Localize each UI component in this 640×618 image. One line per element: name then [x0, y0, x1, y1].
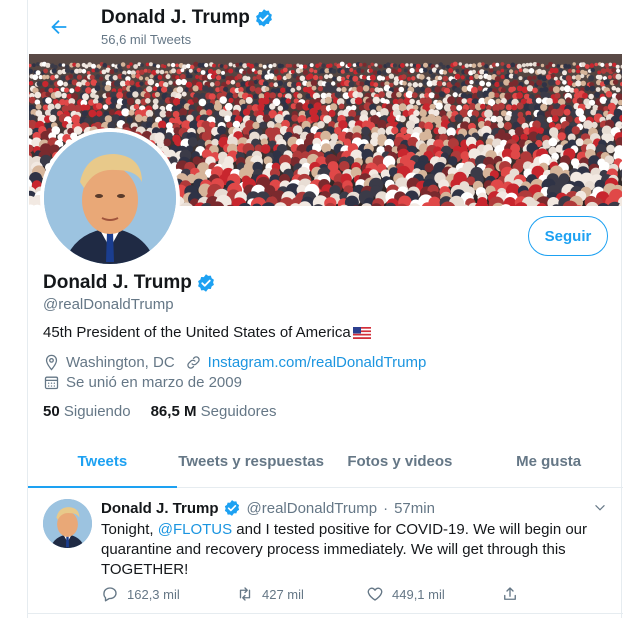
tweet-author-name[interactable]: Donald J. Trump	[101, 500, 219, 517]
tweet-timestamp[interactable]: 57min	[394, 500, 435, 517]
calendar-icon	[44, 376, 59, 390]
profile-bio-row: 45th President of the United States of A…	[43, 324, 371, 341]
retweet-icon	[239, 587, 251, 601]
reply-icon	[103, 587, 117, 602]
verified-badge-icon	[255, 9, 272, 27]
tweet-header: Donald J. Trump @realDonaldTrump · 57min	[101, 499, 435, 517]
profile-location-row: Washington, DC Instagram.com/realDonaldT…	[43, 354, 426, 371]
tweet-actions: 162,3 mil 427 mil 449,1 mil	[101, 585, 541, 603]
followers-label: Seguidores	[200, 403, 277, 420]
following-stat[interactable]: 50 Siguiendo	[43, 403, 131, 420]
chevron-down-icon[interactable]	[593, 501, 607, 515]
profile-header-bar: Donald J. Trump 56,6 mil Tweets	[28, 0, 623, 54]
profile-handle: @realDonaldTrump	[43, 296, 174, 313]
verified-badge-icon	[197, 274, 214, 292]
header-name: Donald J. Trump	[101, 7, 250, 28]
following-label: Siguiendo	[63, 403, 131, 420]
follow-button[interactable]: Seguir	[528, 216, 608, 256]
profile-page: Donald J. Trump 56,6 mil Tweets Seguir D…	[27, 0, 623, 618]
tweet-separator: ·	[383, 499, 389, 517]
tweet-mention-link[interactable]: @FLOTUS	[158, 521, 232, 538]
retweet-count: 427 mil	[262, 586, 304, 602]
profile-name: Donald J. Trump	[43, 272, 192, 293]
reply-count: 162,3 mil	[127, 586, 180, 602]
tab-media[interactable]: Fotos y videos	[326, 436, 475, 487]
back-arrow-icon[interactable]	[48, 16, 70, 38]
followers-stat[interactable]: 86,5 M Seguidores	[151, 403, 277, 420]
tweet-author-avatar[interactable]	[43, 499, 92, 548]
profile-bio: 45th President of the United States of A…	[43, 324, 351, 341]
tweet-author-handle[interactable]: @realDonaldTrump	[247, 500, 378, 517]
tab-tweets[interactable]: Tweets	[28, 436, 177, 488]
verified-badge-icon	[224, 500, 239, 516]
tab-likes[interactable]: Me gusta	[474, 436, 623, 487]
profile-name-row: Donald J. Trump	[43, 272, 216, 294]
profile-joined: Se unió en marzo de 2009	[66, 374, 242, 391]
following-count: 50	[43, 403, 60, 420]
profile-tabs: Tweets Tweets y respuestas Fotos y video…	[28, 436, 623, 488]
retweet-button[interactable]: 427 mil	[236, 585, 366, 603]
like-button[interactable]: 449,1 mil	[366, 585, 501, 603]
tab-tweets-and-replies[interactable]: Tweets y respuestas	[177, 436, 326, 487]
profile-avatar	[44, 132, 176, 264]
like-count: 449,1 mil	[392, 586, 445, 602]
heart-icon	[367, 587, 383, 601]
share-icon	[504, 587, 516, 600]
tweet-item[interactable]: Donald J. Trump @realDonaldTrump · 57min…	[28, 489, 623, 614]
profile-joined-row: Se unió en marzo de 2009	[43, 374, 242, 391]
profile-avatar-frame[interactable]	[40, 128, 180, 268]
profile-stats: 50 Siguiendo 86,5 M Seguidores	[43, 403, 277, 420]
location-pin-icon	[45, 354, 58, 371]
share-button[interactable]	[501, 585, 519, 603]
tweet-text-start: Tonight,	[101, 521, 158, 538]
followers-count: 86,5 M	[150, 403, 197, 420]
profile-location: Washington, DC	[66, 354, 175, 371]
header-title: Donald J. Trump	[101, 7, 274, 29]
us-flag-icon	[352, 326, 371, 339]
link-icon	[186, 356, 200, 369]
header-tweet-count: 56,6 mil Tweets	[101, 32, 192, 47]
tweet-text: Tonight, @FLOTUS and I tested positive f…	[101, 520, 601, 580]
reply-button[interactable]: 162,3 mil	[101, 585, 236, 603]
profile-website-link[interactable]: Instagram.com/realDonaldTrump	[208, 354, 427, 371]
